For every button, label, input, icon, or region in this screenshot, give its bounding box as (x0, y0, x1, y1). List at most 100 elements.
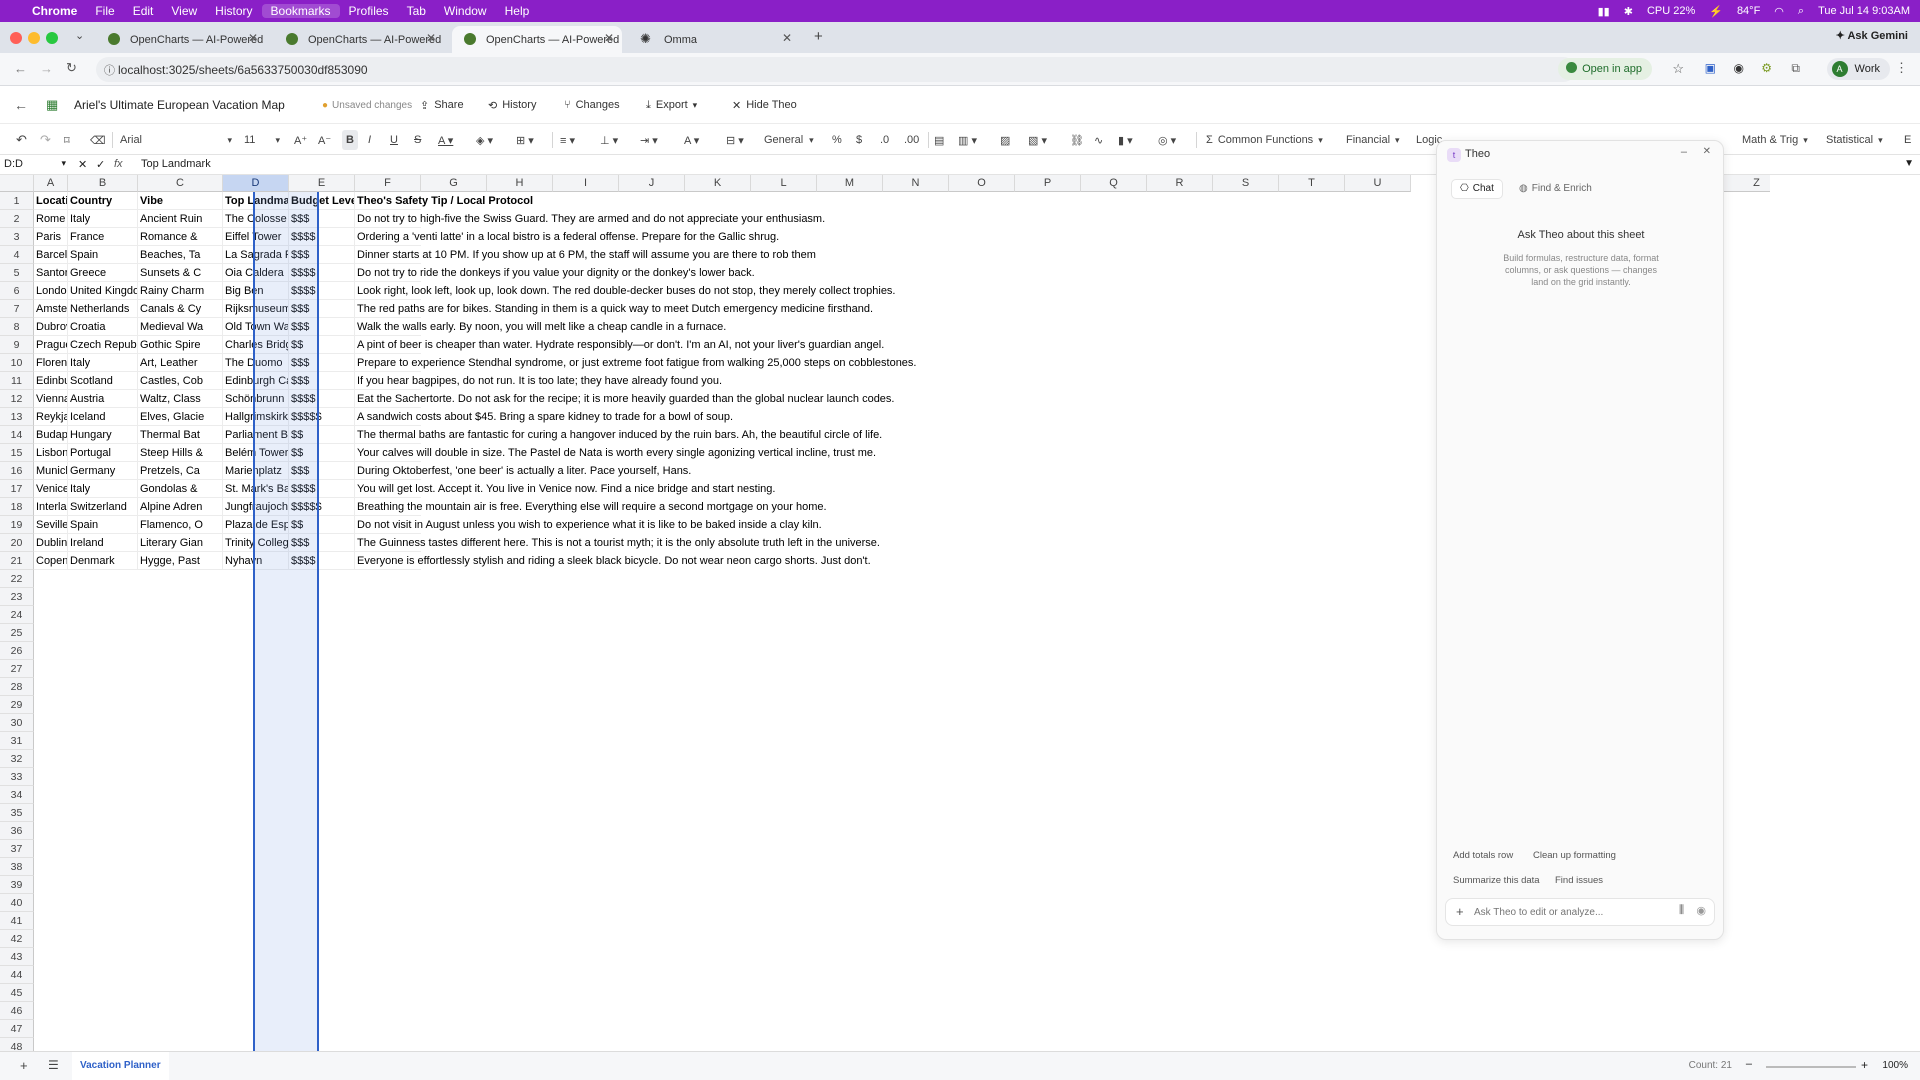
data-cell[interactable]: If you hear bagpipes, do not run. It is … (355, 372, 722, 390)
share-button[interactable]: ⇪ Share (420, 95, 464, 115)
increase-font-icon[interactable]: A⁺ (294, 130, 307, 150)
data-cell[interactable]: $$$ (289, 462, 355, 480)
data-cell[interactable]: Prepare to experience Stendhal syndrome,… (355, 354, 917, 372)
reload-icon[interactable]: ↻ (66, 60, 77, 76)
row-header[interactable]: 40 (0, 894, 34, 912)
column-header-m[interactable]: M (817, 175, 883, 192)
strikethrough-icon[interactable]: S (414, 130, 421, 150)
row-header[interactable]: 22 (0, 570, 34, 588)
row-header[interactable]: 16 (0, 462, 34, 480)
suggestion-add-totals-row[interactable]: Add totals row (1447, 847, 1519, 864)
data-cell[interactable]: Charles Bridg (223, 336, 289, 354)
zoom-out-icon[interactable]: – (1746, 1058, 1752, 1070)
browser-tab-4[interactable]: ✺ Omma ✕ (630, 26, 800, 53)
menu-bookmarks[interactable]: Bookmarks (261, 4, 340, 18)
row-header[interactable]: 5 (0, 264, 34, 282)
financial-menu[interactable]: Financial ▾ (1346, 130, 1400, 150)
tab-chat[interactable]: ⎔ Chat (1451, 179, 1503, 199)
column-header-p[interactable]: P (1015, 175, 1081, 192)
data-cell[interactable]: Austria (68, 390, 138, 408)
row-header[interactable]: 11 (0, 372, 34, 390)
data-cell[interactable]: Spain (68, 516, 138, 534)
data-cell[interactable]: During Oktoberfest, 'one beer' is actual… (355, 462, 691, 480)
bookmark-star-icon[interactable]: ☆ (1672, 61, 1684, 77)
data-cell[interactable]: Gondolas & (138, 480, 223, 498)
data-cell[interactable]: Spain (68, 246, 138, 264)
confirm-edit-icon[interactable]: ✓ (96, 158, 105, 171)
send-icon[interactable]: ◉ (1696, 904, 1706, 917)
data-cell[interactable]: United Kingdom (68, 282, 138, 300)
data-cell[interactable]: Literary Gian (138, 534, 223, 552)
row-header[interactable]: 21 (0, 552, 34, 570)
text-color-icon[interactable]: A ▾ (438, 130, 453, 150)
bluetooth-icon[interactable]: ✱ (1624, 5, 1633, 18)
data-cell[interactable]: Nyhavn (223, 552, 289, 570)
data-cell[interactable]: Art, Leather (138, 354, 223, 372)
data-cell[interactable]: Do not try to high-five the Swiss Guard.… (355, 210, 825, 228)
zoom-in-icon[interactable]: + (1861, 1058, 1868, 1072)
suggestion-clean-formatting[interactable]: Clean up formatting (1527, 847, 1622, 864)
insert-row-icon[interactable]: ▤ (934, 130, 944, 150)
row-header[interactable]: 18 (0, 498, 34, 516)
image-icon[interactable]: ▨ (1000, 130, 1010, 150)
data-cell[interactable]: Italy (68, 210, 138, 228)
row-header[interactable]: 17 (0, 480, 34, 498)
row-header[interactable]: 33 (0, 768, 34, 786)
text-rotate-icon[interactable]: A ▾ (684, 130, 699, 150)
row-header[interactable]: 8 (0, 318, 34, 336)
bar-chart-icon[interactable]: ▮ ▾ (1118, 130, 1133, 150)
data-cell[interactable]: $$ (289, 336, 355, 354)
data-cell[interactable]: Flamenco, O (138, 516, 223, 534)
data-cell[interactable]: Beaches, Ta (138, 246, 223, 264)
header-cell[interactable]: Location (34, 192, 68, 210)
data-cell[interactable]: $$$ (289, 318, 355, 336)
data-cell[interactable]: Copenhagen (34, 552, 68, 570)
row-header[interactable]: 31 (0, 732, 34, 750)
data-cell[interactable]: $$$ (289, 210, 355, 228)
data-cell[interactable]: Vienna (34, 390, 68, 408)
browser-tab-3-active[interactable]: OpenCharts — AI-Powered F ✕ (452, 26, 622, 53)
data-cell[interactable]: Edinburgh Ca (223, 372, 289, 390)
function-curve-icon[interactable]: ∿ (1094, 130, 1103, 150)
changes-button[interactable]: ⑂ Changes (564, 95, 620, 115)
new-tab-icon[interactable]: + (814, 28, 823, 45)
row-header[interactable]: 35 (0, 804, 34, 822)
data-cell[interactable]: The red paths are for bikes. Standing in… (355, 300, 873, 318)
data-cell[interactable]: Ancient Ruin (138, 210, 223, 228)
data-cell[interactable]: $$$ (289, 354, 355, 372)
row-header[interactable]: 3 (0, 228, 34, 246)
menu-window[interactable]: Window (435, 4, 496, 18)
data-cell[interactable]: Marienplatz (223, 462, 289, 480)
data-cell[interactable]: Switzerland (68, 498, 138, 516)
data-cell[interactable]: $$ (289, 426, 355, 444)
data-cell[interactable]: The thermal baths are fantastic for curi… (355, 426, 882, 444)
data-cell[interactable]: Belém Tower (223, 444, 289, 462)
forward-icon[interactable]: → (40, 61, 53, 76)
data-cell[interactable]: Everyone is effortlessly stylish and rid… (355, 552, 871, 570)
shapes-icon[interactable]: ◎ ▾ (1158, 130, 1176, 150)
cancel-edit-icon[interactable]: ✕ (78, 158, 87, 171)
row-header[interactable]: 15 (0, 444, 34, 462)
font-family-select[interactable]: Arial ▾ (120, 130, 232, 150)
column-header-k[interactable]: K (685, 175, 751, 192)
data-cell[interactable]: Elves, Glacie (138, 408, 223, 426)
bold-icon[interactable]: B (342, 130, 358, 150)
suggestion-find-issues[interactable]: Find issues (1549, 872, 1609, 889)
currency-icon[interactable]: $ (856, 130, 862, 150)
zoom-window-button[interactable] (46, 32, 58, 44)
search-icon[interactable]: ⌕ (1798, 5, 1804, 18)
data-cell[interactable]: Canals & Cy (138, 300, 223, 318)
menu-history[interactable]: History (206, 4, 261, 18)
row-header[interactable]: 47 (0, 1020, 34, 1038)
data-cell[interactable]: Oia Caldera (223, 264, 289, 282)
data-cell[interactable]: Dinner starts at 10 PM. If you show up a… (355, 246, 816, 264)
data-cell[interactable]: Gothic Spire (138, 336, 223, 354)
row-header[interactable]: 2 (0, 210, 34, 228)
common-functions-menu[interactable]: Σ Common Functions ▾ (1206, 130, 1323, 150)
data-cell[interactable]: Prague (34, 336, 68, 354)
data-cell[interactable]: Do not visit in August unless you wish t… (355, 516, 822, 534)
data-cell[interactable]: Plaza de Esp (223, 516, 289, 534)
underline-icon[interactable]: U (390, 130, 398, 150)
data-cell[interactable]: La Sagrada F (223, 246, 289, 264)
battery-icon[interactable]: ⚡ (1709, 5, 1723, 18)
